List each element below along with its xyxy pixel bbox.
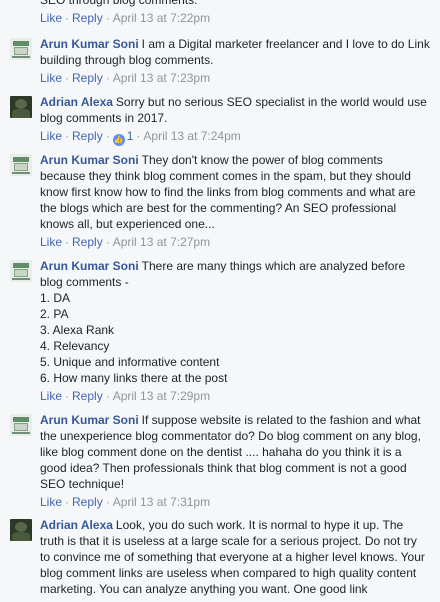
comment-text: There are many things which are analyzed… (40, 259, 406, 385)
comment-body: Adrian Alexa Sorry but no serious SEO spe… (40, 94, 430, 126)
timestamp[interactable]: April 13 at 7:24pm (143, 129, 240, 143)
comment-partial: SEO through blog comments. Like · Reply · Ap… (40, 0, 430, 26)
reply-link[interactable]: Reply (72, 71, 103, 85)
timestamp[interactable]: April 13 at 7:29pm (113, 389, 210, 403)
author-name[interactable]: Arun Kumar Soni (40, 37, 139, 51)
thumbs-up-icon[interactable]: 👍 (112, 134, 125, 146)
arun-avatar[interactable] (10, 260, 32, 282)
author-name[interactable]: Arun Kumar Soni (40, 413, 139, 427)
comment-actions: Like · Reply · April 13 at 7:27pm (40, 235, 211, 249)
comment-body: Adrian Alexa Look, you do such work. It i… (40, 517, 430, 597)
reply-link[interactable]: Reply (72, 235, 103, 249)
comment-body: Arun Kumar Soni I am a Digital marketer f… (40, 36, 430, 68)
timestamp[interactable]: April 13 at 7:22pm (113, 11, 210, 25)
comment-actions: Like · Reply · April 13 at 7:22pm (40, 11, 211, 25)
like-link[interactable]: Like (40, 389, 62, 403)
timestamp[interactable]: April 13 at 7:31pm (113, 495, 210, 509)
comment: Adrian Alexa Look, you do such work. It i… (10, 517, 430, 597)
timestamp[interactable]: April 13 at 7:27pm (113, 235, 210, 249)
like-link[interactable]: Like (40, 129, 62, 143)
like-link[interactable]: Like (40, 11, 62, 25)
like-link[interactable]: Like (40, 495, 62, 509)
comment-actions: Like · Reply · April 13 at 7:29pm (40, 389, 211, 403)
arun-avatar[interactable] (10, 154, 32, 176)
author-name[interactable]: Adrian Alexa (40, 518, 113, 532)
arun-avatar[interactable] (10, 414, 32, 436)
reply-link[interactable]: Reply (72, 389, 103, 403)
comment-body: Arun Kumar Soni If suppose website is rel… (40, 412, 430, 492)
author-name[interactable]: Adrian Alexa (40, 95, 113, 109)
arun-avatar[interactable] (10, 38, 32, 60)
reply-link[interactable]: Reply (72, 129, 103, 143)
comment: Arun Kumar Soni I am a Digital marketer f… (10, 36, 430, 86)
comment: Arun Kumar Soni There are many things whi… (10, 258, 430, 404)
reply-link[interactable]: Reply (72, 11, 103, 25)
comment-body: Arun Kumar Soni There are many things whi… (40, 258, 430, 386)
like-link[interactable]: Like (40, 71, 62, 85)
author-name[interactable]: Arun Kumar Soni (40, 153, 139, 167)
comment: Adrian Alexa Sorry but no serious SEO spe… (10, 94, 430, 146)
comment-text: SEO through blog comments. (40, 0, 198, 7)
comment-body: Arun Kumar Soni They don't know the power… (40, 152, 430, 232)
comment: Arun Kumar Soni If suppose website is rel… (10, 412, 430, 510)
comment-actions: Like · Reply · April 13 at 7:31pm (40, 495, 211, 509)
reply-link[interactable]: Reply (72, 495, 103, 509)
author-name[interactable]: Arun Kumar Soni (40, 259, 139, 273)
comment-actions: Like · Reply · 👍 1 · April 13 at 7:24pm (40, 129, 241, 146)
like-link[interactable]: Like (40, 235, 62, 249)
adrian-avatar[interactable] (10, 96, 32, 118)
comment: Arun Kumar Soni They don't know the power… (10, 152, 430, 250)
adrian-avatar[interactable] (10, 519, 32, 541)
timestamp[interactable]: April 13 at 7:23pm (113, 71, 210, 85)
comment-actions: Like · Reply · April 13 at 7:23pm (40, 71, 211, 85)
